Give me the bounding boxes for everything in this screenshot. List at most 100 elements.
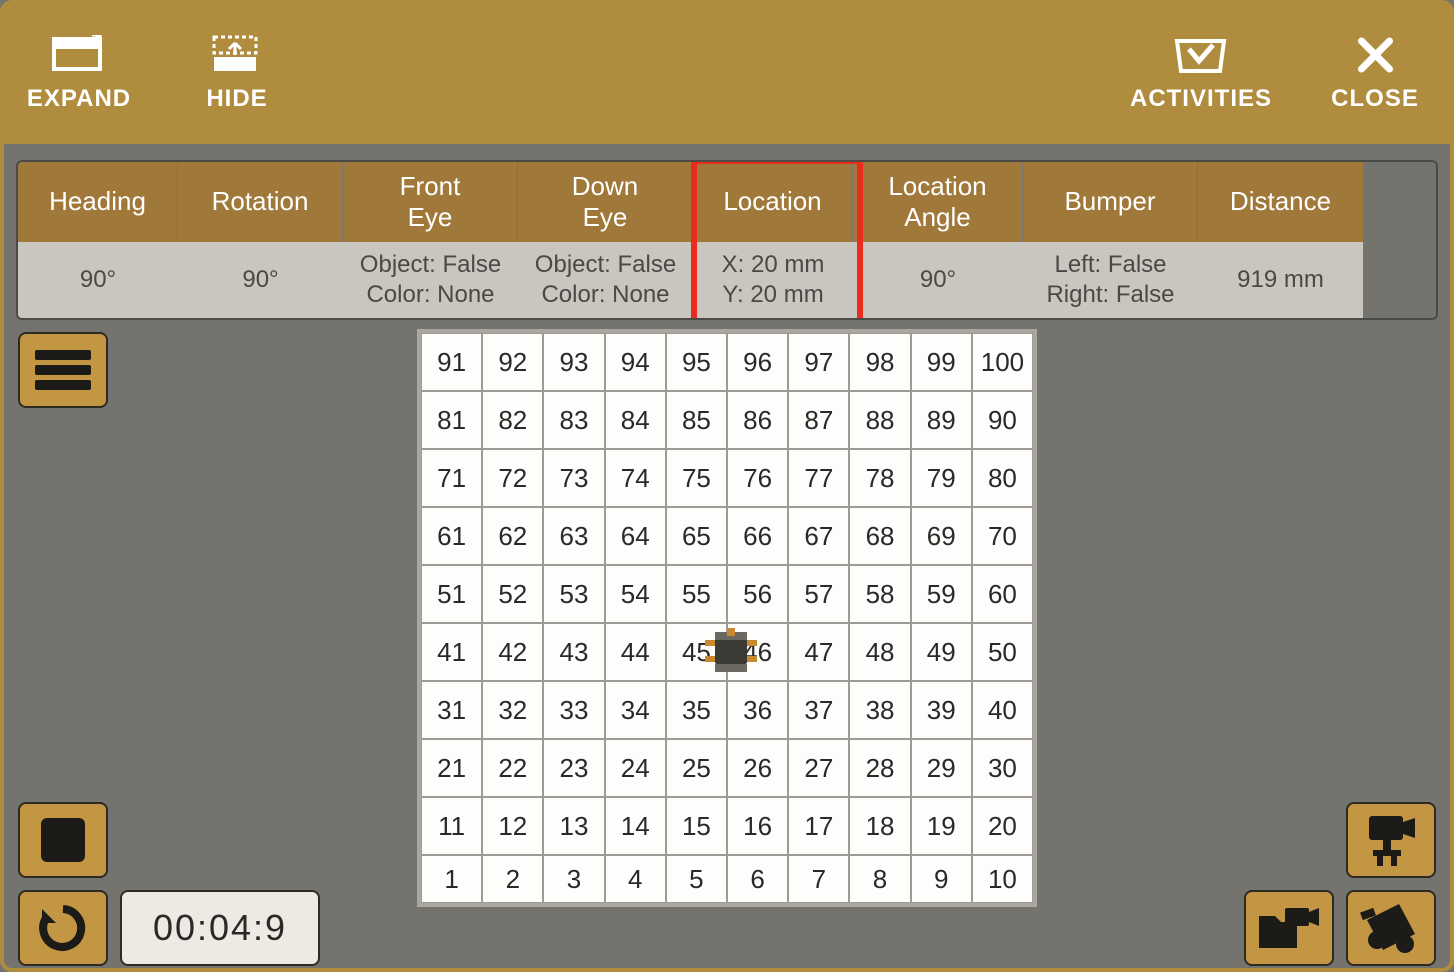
arena-cell[interactable]: 22 bbox=[482, 739, 543, 797]
arena-cell[interactable]: 79 bbox=[911, 449, 972, 507]
arena-cell[interactable]: 90 bbox=[972, 391, 1033, 449]
arena-cell[interactable]: 19 bbox=[911, 797, 972, 855]
arena-cell[interactable]: 62 bbox=[482, 507, 543, 565]
arena-cell[interactable]: 14 bbox=[605, 797, 666, 855]
camera-tripod-button[interactable] bbox=[1346, 802, 1436, 878]
arena-cell[interactable]: 47 bbox=[788, 623, 849, 681]
menu-button[interactable] bbox=[18, 332, 108, 408]
arena-cell[interactable]: 27 bbox=[788, 739, 849, 797]
arena-cell[interactable]: 89 bbox=[911, 391, 972, 449]
arena-cell[interactable]: 42 bbox=[482, 623, 543, 681]
arena-cell[interactable]: 93 bbox=[543, 333, 604, 391]
arena-cell[interactable]: 69 bbox=[911, 507, 972, 565]
arena-cell[interactable]: 38 bbox=[849, 681, 910, 739]
arena-cell[interactable]: 91 bbox=[421, 333, 482, 391]
arena-cell[interactable]: 95 bbox=[666, 333, 727, 391]
arena-cell[interactable]: 98 bbox=[849, 333, 910, 391]
arena-cell[interactable]: 25 bbox=[666, 739, 727, 797]
stop-button[interactable] bbox=[18, 802, 108, 878]
arena-cell[interactable]: 68 bbox=[849, 507, 910, 565]
arena-cell[interactable]: 70 bbox=[972, 507, 1033, 565]
arena-cell[interactable]: 24 bbox=[605, 739, 666, 797]
arena-cell[interactable]: 54 bbox=[605, 565, 666, 623]
arena-cell[interactable]: 55 bbox=[666, 565, 727, 623]
robot-sprite[interactable] bbox=[701, 624, 761, 678]
arena-cell[interactable]: 71 bbox=[421, 449, 482, 507]
arena-cell[interactable]: 34 bbox=[605, 681, 666, 739]
arena-cell[interactable]: 2 bbox=[482, 855, 543, 903]
arena-cell[interactable]: 1 bbox=[421, 855, 482, 903]
arena-cell[interactable]: 16 bbox=[727, 797, 788, 855]
hide-button[interactable]: HIDE bbox=[182, 35, 292, 113]
arena-cell[interactable]: 31 bbox=[421, 681, 482, 739]
arena-cell[interactable]: 63 bbox=[543, 507, 604, 565]
arena-cell[interactable]: 94 bbox=[605, 333, 666, 391]
arena-cell[interactable]: 61 bbox=[421, 507, 482, 565]
arena-cell[interactable]: 73 bbox=[543, 449, 604, 507]
arena-cell[interactable]: 96 bbox=[727, 333, 788, 391]
arena-cell[interactable]: 84 bbox=[605, 391, 666, 449]
arena-cell[interactable]: 88 bbox=[849, 391, 910, 449]
arena-cell[interactable]: 97 bbox=[788, 333, 849, 391]
arena-cell[interactable]: 60 bbox=[972, 565, 1033, 623]
arena-cell[interactable]: 85 bbox=[666, 391, 727, 449]
arena-cell[interactable]: 8 bbox=[849, 855, 910, 903]
arena-cell[interactable]: 41 bbox=[421, 623, 482, 681]
arena-cell[interactable]: 20 bbox=[972, 797, 1033, 855]
arena-cell[interactable]: 36 bbox=[727, 681, 788, 739]
arena-cell[interactable]: 53 bbox=[543, 565, 604, 623]
arena-cell[interactable]: 23 bbox=[543, 739, 604, 797]
arena-cell[interactable]: 57 bbox=[788, 565, 849, 623]
arena-cell[interactable]: 28 bbox=[849, 739, 910, 797]
arena-cell[interactable]: 6 bbox=[727, 855, 788, 903]
arena-cell[interactable]: 9 bbox=[911, 855, 972, 903]
arena-cell[interactable]: 15 bbox=[666, 797, 727, 855]
arena-cell[interactable]: 3 bbox=[543, 855, 604, 903]
arena-cell[interactable]: 33 bbox=[543, 681, 604, 739]
arena-cell[interactable]: 59 bbox=[911, 565, 972, 623]
arena-cell[interactable]: 78 bbox=[849, 449, 910, 507]
arena-cell[interactable]: 65 bbox=[666, 507, 727, 565]
arena-cell[interactable]: 11 bbox=[421, 797, 482, 855]
arena-cell[interactable]: 13 bbox=[543, 797, 604, 855]
camera-action-button[interactable] bbox=[1346, 890, 1436, 966]
arena-cell[interactable]: 75 bbox=[666, 449, 727, 507]
arena-cell[interactable]: 56 bbox=[727, 565, 788, 623]
arena-cell[interactable]: 64 bbox=[605, 507, 666, 565]
arena-cell[interactable]: 67 bbox=[788, 507, 849, 565]
arena-cell[interactable]: 99 bbox=[911, 333, 972, 391]
arena-cell[interactable]: 86 bbox=[727, 391, 788, 449]
arena-cell[interactable]: 32 bbox=[482, 681, 543, 739]
arena-cell[interactable]: 76 bbox=[727, 449, 788, 507]
arena-cell[interactable]: 83 bbox=[543, 391, 604, 449]
arena-cell[interactable]: 7 bbox=[788, 855, 849, 903]
arena-grid[interactable]: 9192939495969798991008182838485868788899… bbox=[417, 329, 1037, 907]
arena-cell[interactable]: 77 bbox=[788, 449, 849, 507]
arena-cell[interactable]: 5 bbox=[666, 855, 727, 903]
arena-cell[interactable]: 50 bbox=[972, 623, 1033, 681]
arena-cell[interactable]: 30 bbox=[972, 739, 1033, 797]
arena-cell[interactable]: 48 bbox=[849, 623, 910, 681]
activities-button[interactable]: ACTIVITIES bbox=[1130, 35, 1272, 113]
arena-cell[interactable]: 4 bbox=[605, 855, 666, 903]
arena-cell[interactable]: 35 bbox=[666, 681, 727, 739]
arena-cell[interactable]: 51 bbox=[421, 565, 482, 623]
arena-cell[interactable]: 52 bbox=[482, 565, 543, 623]
reset-button[interactable] bbox=[18, 890, 108, 966]
arena-cell[interactable]: 18 bbox=[849, 797, 910, 855]
arena-cell[interactable]: 80 bbox=[972, 449, 1033, 507]
arena-cell[interactable]: 87 bbox=[788, 391, 849, 449]
arena-cell[interactable]: 81 bbox=[421, 391, 482, 449]
arena-cell[interactable]: 44 bbox=[605, 623, 666, 681]
arena-cell[interactable]: 82 bbox=[482, 391, 543, 449]
arena-cell[interactable]: 43 bbox=[543, 623, 604, 681]
arena-cell[interactable]: 12 bbox=[482, 797, 543, 855]
arena-cell[interactable]: 58 bbox=[849, 565, 910, 623]
expand-button[interactable]: EXPAND bbox=[24, 35, 134, 113]
camera-folder-button[interactable] bbox=[1244, 890, 1334, 966]
close-button[interactable]: CLOSE bbox=[1320, 35, 1430, 113]
arena-cell[interactable]: 10 bbox=[972, 855, 1033, 903]
arena-cell[interactable]: 21 bbox=[421, 739, 482, 797]
arena-cell[interactable]: 72 bbox=[482, 449, 543, 507]
arena-cell[interactable]: 66 bbox=[727, 507, 788, 565]
